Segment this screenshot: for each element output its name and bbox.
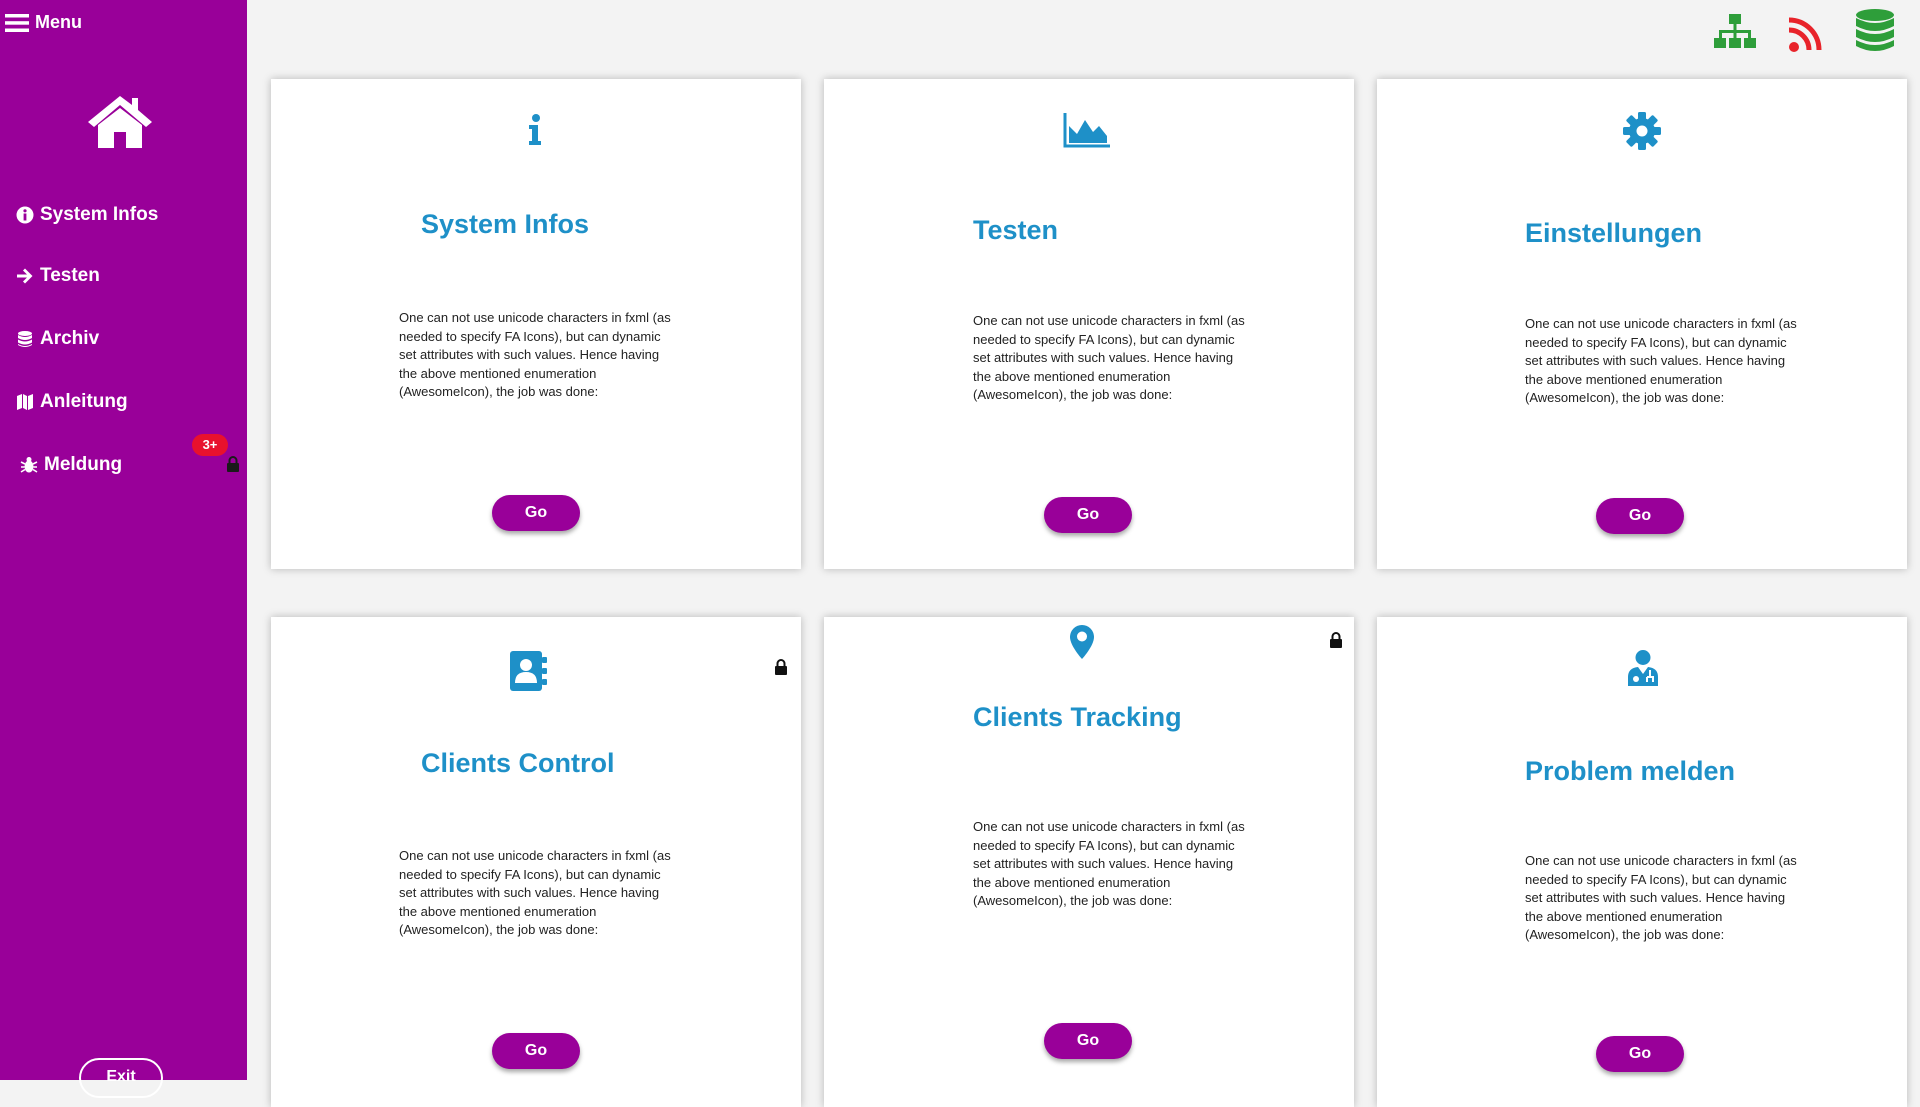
go-button[interactable]: Go <box>492 1033 580 1069</box>
card-problem-melden: Problem melden One can not use unicode c… <box>1377 617 1907 1107</box>
card-clients-tracking: Clients Tracking One can not use unicode… <box>824 617 1354 1107</box>
card-title: Testen <box>973 215 1059 245</box>
home-icon[interactable] <box>86 92 154 150</box>
notification-badge: 3+ <box>192 434 228 456</box>
map-marker-icon <box>1070 625 1094 659</box>
lock-icon <box>775 659 787 675</box>
card-testen: Testen One can not use unicode character… <box>824 79 1354 569</box>
sidebar-item-system-infos[interactable]: System Infos <box>16 201 158 229</box>
sidebar-item-label: Anleitung <box>40 391 128 412</box>
sidebar-item-anleitung[interactable]: Anleitung <box>16 388 128 416</box>
go-button[interactable]: Go <box>1044 1023 1132 1059</box>
sidebar-item-label: Testen <box>40 265 100 286</box>
card-description: One can not use unicode characters in fx… <box>399 848 671 937</box>
gear-icon <box>1623 112 1661 150</box>
card-clients-control: Clients Control One can not use unicode … <box>271 617 801 1107</box>
go-button[interactable]: Go <box>1596 498 1684 534</box>
info-icon <box>529 114 541 145</box>
sidebar-item-archiv[interactable]: Archiv <box>16 325 99 353</box>
sidebar: Menu System Infos Testen Archiv Anleitun… <box>0 0 247 1098</box>
card-title: System Infos <box>421 209 590 239</box>
address-book-icon <box>510 651 547 691</box>
card-einstellungen: Einstellungen One can not use unicode ch… <box>1377 79 1907 569</box>
menu-label: Menu <box>35 12 82 32</box>
sidebar-item-label: Meldung <box>44 454 123 475</box>
card-description: One can not use unicode characters in fx… <box>973 819 1245 908</box>
card-system-infos: System Infos One can not use unicode cha… <box>271 79 801 569</box>
info-circle-icon <box>16 206 34 224</box>
sidebar-item-label: System Infos <box>40 204 159 225</box>
card-title: Clients Tracking <box>973 702 1182 732</box>
map-icon <box>17 394 33 410</box>
database-icon[interactable] <box>1853 8 1897 54</box>
card-title: Einstellungen <box>1525 218 1703 248</box>
card-title: Clients Control <box>421 748 615 778</box>
card-description: One can not use unicode characters in fx… <box>1525 853 1797 942</box>
sidebar-item-meldung[interactable]: Meldung <box>20 451 122 479</box>
sitemap-icon[interactable] <box>1713 10 1757 54</box>
go-button[interactable]: Go <box>1596 1036 1684 1072</box>
lock-icon <box>1330 632 1342 648</box>
exit-button[interactable]: Exit <box>79 1058 163 1098</box>
card-title: Problem melden <box>1525 756 1736 786</box>
hamburger-icon <box>5 13 29 32</box>
card-description: One can not use unicode characters in fx… <box>1525 316 1797 405</box>
rss-icon[interactable] <box>1787 10 1827 54</box>
database-icon <box>18 331 32 347</box>
sidebar-item-testen[interactable]: Testen <box>16 262 100 290</box>
go-button[interactable]: Go <box>492 495 580 531</box>
card-description: One can not use unicode characters in fx… <box>399 310 671 399</box>
sidebar-item-label: Archiv <box>40 328 100 349</box>
user-doctor-icon <box>1628 650 1658 686</box>
card-description: One can not use unicode characters in fx… <box>973 313 1245 402</box>
go-button[interactable]: Go <box>1044 497 1132 533</box>
arrow-right-icon <box>17 268 33 284</box>
area-chart-icon <box>1063 113 1110 148</box>
bug-icon <box>20 457 38 473</box>
menu-toggle-button[interactable]: Menu <box>5 12 82 33</box>
lock-icon <box>227 456 239 472</box>
